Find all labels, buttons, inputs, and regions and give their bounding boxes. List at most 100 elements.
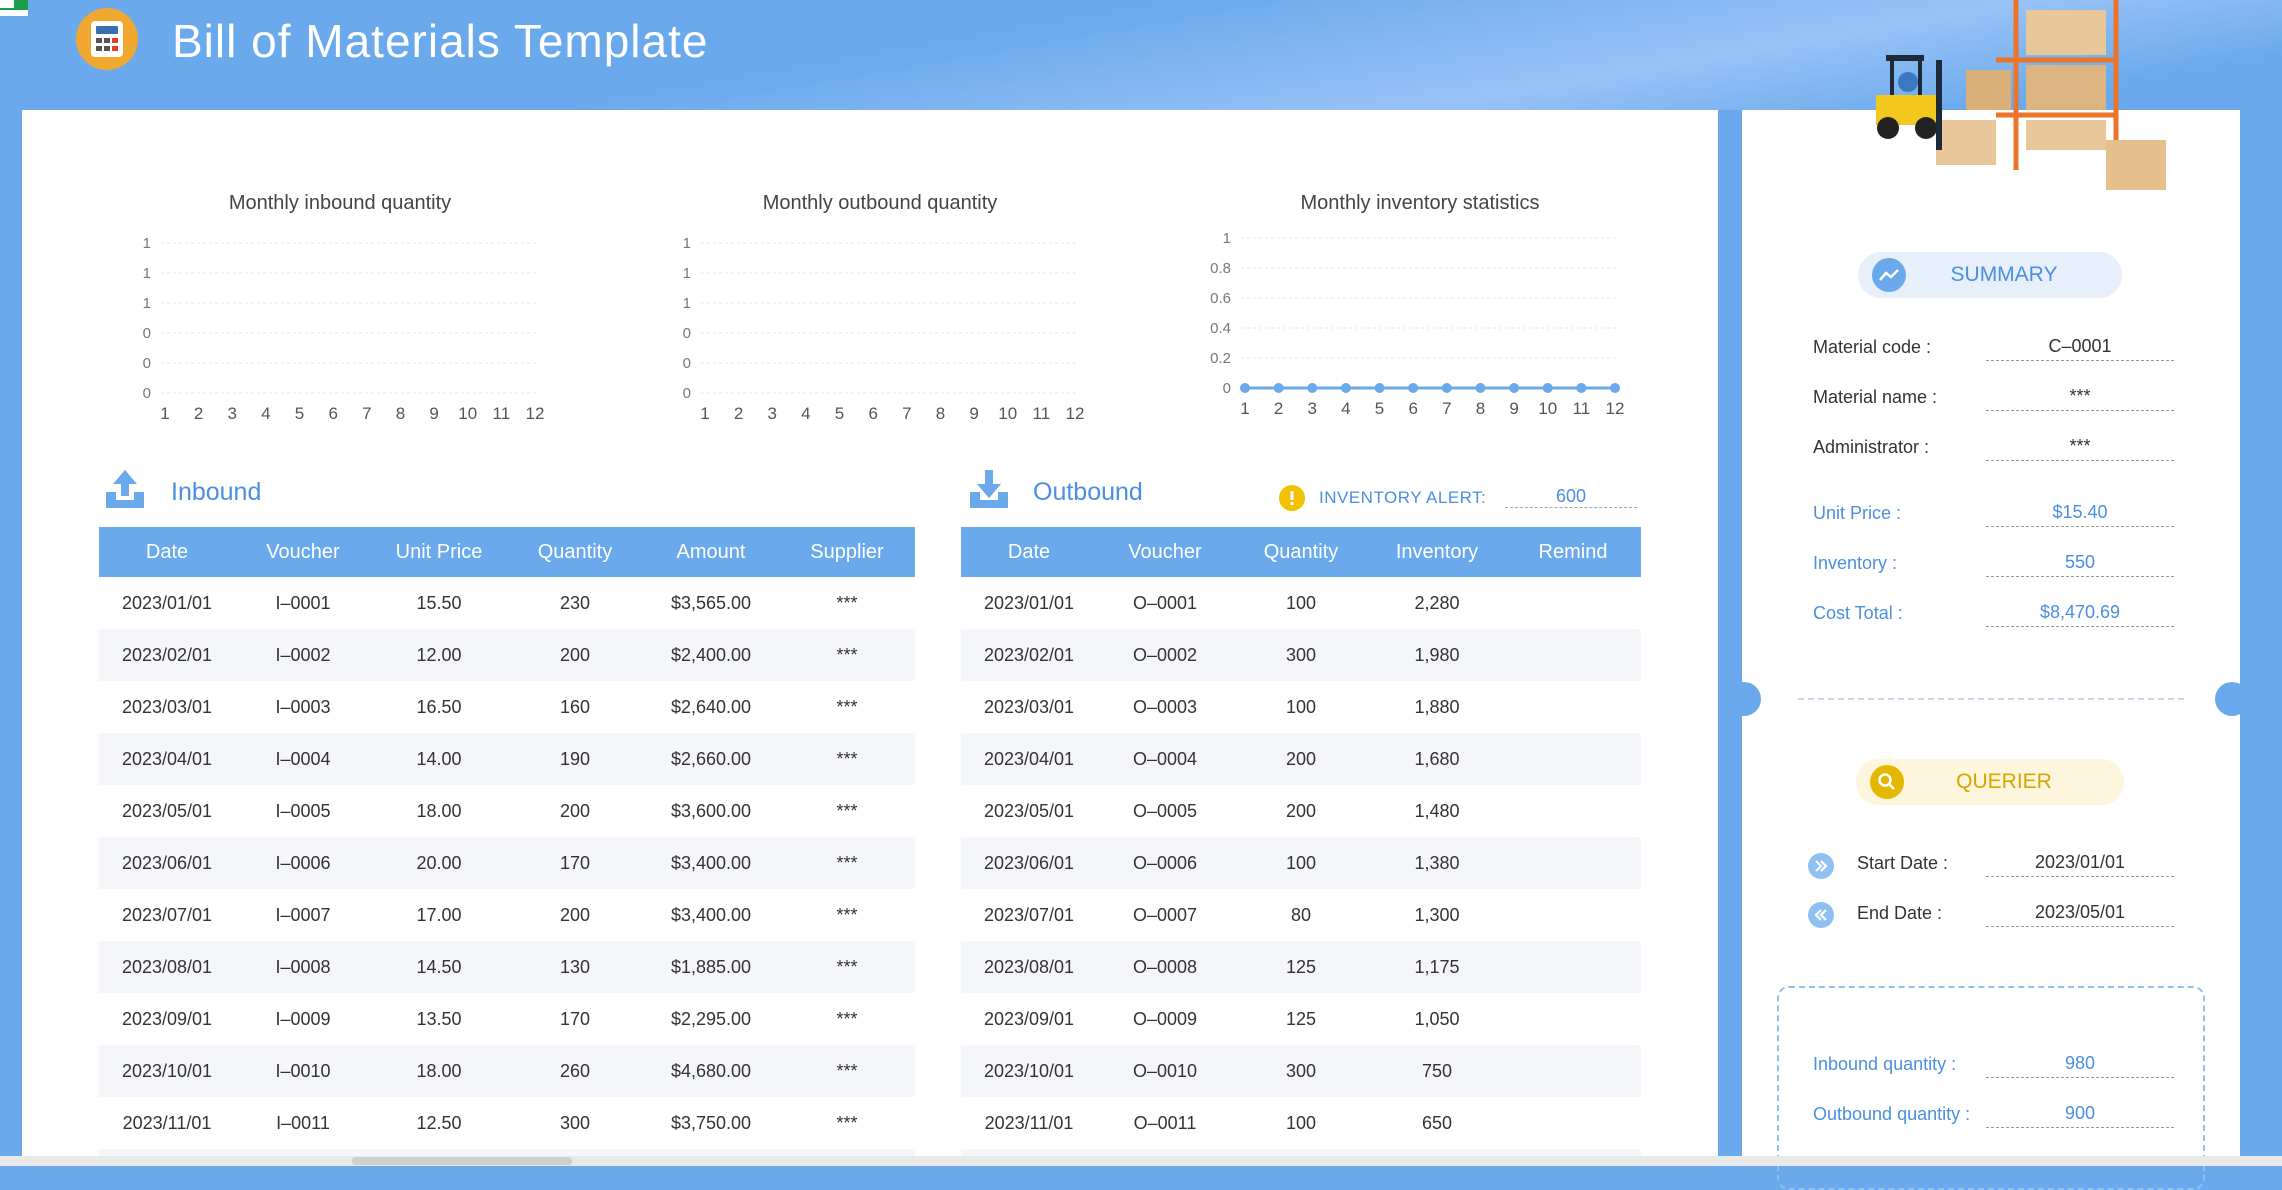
table-cell[interactable] <box>1505 837 1641 889</box>
table-cell[interactable]: 1,380 <box>1369 837 1505 889</box>
table-cell[interactable]: 1,480 <box>1369 785 1505 837</box>
table-cell[interactable]: Low inventory <box>1505 1149 1641 1156</box>
table-cell[interactable]: O–0002 <box>1097 629 1233 681</box>
table-cell[interactable]: 2023/02/01 <box>961 629 1097 681</box>
table-cell[interactable]: I–0008 <box>235 941 371 993</box>
table-cell[interactable]: 2023/12/01 <box>99 1149 235 1156</box>
table-cell[interactable]: 170 <box>507 837 643 889</box>
table-cell[interactable]: 2023/05/01 <box>961 785 1097 837</box>
table-cell[interactable]: 2023/10/01 <box>99 1045 235 1097</box>
table-cell[interactable]: 2023/09/01 <box>99 993 235 1045</box>
table-cell[interactable]: *** <box>779 837 915 889</box>
table-cell[interactable]: 650 <box>1369 1097 1505 1149</box>
table-cell[interactable]: 200 <box>507 785 643 837</box>
table-cell[interactable]: 200 <box>1233 733 1369 785</box>
table-cell[interactable]: I–0004 <box>235 733 371 785</box>
table-cell[interactable]: 100 <box>1233 577 1369 629</box>
table-cell[interactable]: 2023/10/01 <box>961 1045 1097 1097</box>
table-cell[interactable]: I–0010 <box>235 1045 371 1097</box>
table-cell[interactable]: 2023/03/01 <box>961 681 1097 733</box>
table-cell[interactable]: 20.00 <box>371 837 507 889</box>
table-cell[interactable]: 200 <box>1233 785 1369 837</box>
table-cell[interactable]: $3,400.00 <box>643 837 779 889</box>
table-cell[interactable]: I–0009 <box>235 993 371 1045</box>
table-cell[interactable] <box>1505 889 1641 941</box>
material-name-value[interactable]: *** <box>1986 386 2174 411</box>
table-cell[interactable]: *** <box>779 733 915 785</box>
table-cell[interactable]: 750 <box>1369 1045 1505 1097</box>
table-cell[interactable]: 18.00 <box>371 785 507 837</box>
table-cell[interactable]: 160 <box>507 681 643 733</box>
table-cell[interactable]: 2023/06/01 <box>99 837 235 889</box>
table-cell[interactable] <box>1505 577 1641 629</box>
table-cell[interactable]: 80 <box>1233 889 1369 941</box>
table-cell[interactable]: 300 <box>507 1097 643 1149</box>
table-cell[interactable]: 230 <box>507 577 643 629</box>
table-cell[interactable] <box>1505 941 1641 993</box>
table-cell[interactable]: $3,600.00 <box>643 785 779 837</box>
table-cell[interactable]: $3,400.00 <box>643 889 779 941</box>
end-date-input[interactable]: 2023/05/01 <box>1986 902 2174 927</box>
table-cell[interactable]: 2023/09/01 <box>961 993 1097 1045</box>
table-cell[interactable]: 200 <box>507 629 643 681</box>
table-cell[interactable]: 2023/07/01 <box>961 889 1097 941</box>
table-cell[interactable] <box>1505 681 1641 733</box>
table-cell[interactable]: $4,680.00 <box>643 1045 779 1097</box>
table-cell[interactable]: 14.00 <box>371 733 507 785</box>
table-cell[interactable]: 550 <box>1369 1149 1505 1156</box>
table-cell[interactable]: *** <box>779 1045 915 1097</box>
table-cell[interactable]: I–0012 <box>235 1149 371 1156</box>
table-cell[interactable]: *** <box>779 629 915 681</box>
table-cell[interactable]: 2023/02/01 <box>99 629 235 681</box>
table-cell[interactable]: I–0001 <box>235 577 371 629</box>
table-cell[interactable]: O–0011 <box>1097 1097 1233 1149</box>
table-cell[interactable]: 18.00 <box>371 1045 507 1097</box>
table-cell[interactable]: O–0003 <box>1097 681 1233 733</box>
table-cell[interactable] <box>1505 785 1641 837</box>
table-cell[interactable]: *** <box>779 1097 915 1149</box>
table-cell[interactable]: O–0005 <box>1097 785 1233 837</box>
table-cell[interactable]: 100 <box>1233 837 1369 889</box>
table-cell[interactable]: O–0007 <box>1097 889 1233 941</box>
horizontal-scrollbar-thumb[interactable] <box>352 1157 572 1165</box>
table-cell[interactable]: $3,565.00 <box>643 577 779 629</box>
table-cell[interactable]: 15.50 <box>371 577 507 629</box>
table-cell[interactable]: 12.00 <box>371 629 507 681</box>
table-cell[interactable]: 1,300 <box>1369 889 1505 941</box>
table-cell[interactable]: 2023/04/01 <box>99 733 235 785</box>
table-cell[interactable]: O–0009 <box>1097 993 1233 1045</box>
table-cell[interactable]: 100 <box>1233 1149 1369 1156</box>
table-cell[interactable]: 130 <box>507 941 643 993</box>
table-cell[interactable]: *** <box>779 785 915 837</box>
table-cell[interactable]: O–0006 <box>1097 837 1233 889</box>
table-cell[interactable]: I–0007 <box>235 889 371 941</box>
table-cell[interactable]: O–0001 <box>1097 577 1233 629</box>
table-cell[interactable]: *** <box>779 889 915 941</box>
table-cell[interactable]: 14.50 <box>371 941 507 993</box>
table-cell[interactable]: 2023/06/01 <box>961 837 1097 889</box>
table-cell[interactable]: 2023/01/01 <box>961 577 1097 629</box>
table-cell[interactable]: 100 <box>1233 1097 1369 1149</box>
table-cell[interactable]: 2023/03/01 <box>99 681 235 733</box>
table-cell[interactable]: 2023/08/01 <box>99 941 235 993</box>
table-cell[interactable]: 1,050 <box>1369 993 1505 1045</box>
table-cell[interactable]: *** <box>779 941 915 993</box>
table-cell[interactable]: 1,680 <box>1369 733 1505 785</box>
table-cell[interactable]: 190 <box>507 733 643 785</box>
table-cell[interactable]: $2,295.00 <box>643 993 779 1045</box>
table-cell[interactable]: 300 <box>1233 1045 1369 1097</box>
table-cell[interactable]: 100 <box>1233 681 1369 733</box>
table-cell[interactable]: 200 <box>507 889 643 941</box>
table-cell[interactable]: *** <box>779 993 915 1045</box>
table-cell[interactable]: 170 <box>507 993 643 1045</box>
table-cell[interactable]: 14.00 <box>371 1149 507 1156</box>
table-cell[interactable]: 2023/11/01 <box>99 1097 235 1149</box>
table-cell[interactable]: O–0012 <box>1097 1149 1233 1156</box>
table-cell[interactable]: 2023/05/01 <box>99 785 235 837</box>
table-cell[interactable]: $2,660.00 <box>643 733 779 785</box>
table-cell[interactable]: 1,980 <box>1369 629 1505 681</box>
inventory-alert-input[interactable]: 600 <box>1505 486 1637 508</box>
table-cell[interactable]: 12.50 <box>371 1097 507 1149</box>
table-cell[interactable]: 2023/01/01 <box>99 577 235 629</box>
table-cell[interactable]: *** <box>779 577 915 629</box>
